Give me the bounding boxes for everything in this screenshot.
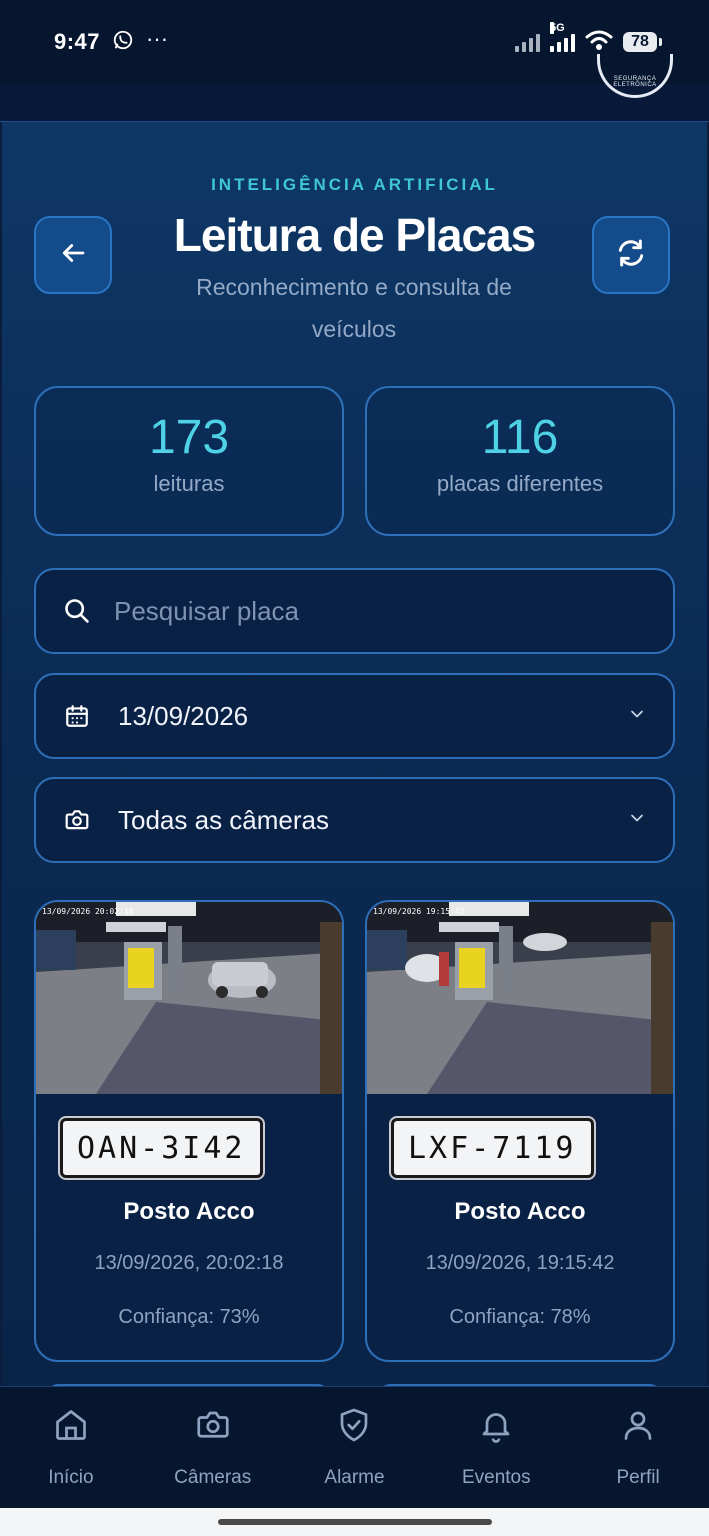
- nav-label: Início: [48, 1467, 94, 1488]
- nav-label: Perfil: [616, 1467, 660, 1488]
- bell-icon: [425, 1405, 567, 1445]
- nav-item-profile[interactable]: Perfil: [567, 1387, 709, 1508]
- wifi-icon: [585, 29, 613, 56]
- camera-snapshot: 13/09/2026 19:15:42: [367, 902, 673, 1094]
- search-input[interactable]: [114, 595, 614, 627]
- reading-confidence: Confiança: 78%: [449, 1306, 591, 1328]
- nav-item-alarm[interactable]: Alarme: [284, 1387, 426, 1508]
- stat-value: 173: [148, 411, 230, 464]
- camera-value: Todas as câmeras: [118, 804, 329, 835]
- chevron-down-icon: [627, 808, 647, 833]
- nav-label: Alarme: [324, 1467, 385, 1488]
- signal-5g-icon: 5G: [550, 22, 575, 52]
- reading-card[interactable]: 13/09/2026 19:15:42 LXF-7119 Posto Acco …: [365, 900, 675, 1362]
- stat-value: 116: [481, 411, 559, 464]
- camera-select[interactable]: Todas as câmeras: [34, 777, 675, 863]
- signal-icon: [515, 32, 540, 52]
- reading-timestamp: 13/09/2026, 20:02:18: [94, 1252, 284, 1274]
- date-value: 13/09/2026: [118, 700, 249, 731]
- refresh-icon: [615, 237, 647, 274]
- chevron-down-icon: [627, 704, 647, 729]
- refresh-button[interactable]: [592, 216, 670, 294]
- license-plate: OAN-3I42: [60, 1118, 263, 1178]
- calendar-icon: [62, 703, 92, 729]
- license-plate: LXF-7119: [391, 1118, 594, 1178]
- bottom-navigation: Início Câmeras Alarme Eventos Perfil: [0, 1386, 709, 1508]
- nav-item-cameras[interactable]: Câmeras: [142, 1387, 284, 1508]
- reading-card[interactable]: 13/09/2026 20:02:18 OAN-3I42 Posto Acco …: [34, 900, 344, 1362]
- nav-item-events[interactable]: Eventos: [425, 1387, 567, 1508]
- search-box[interactable]: [34, 568, 675, 654]
- main-content: INTELIGÊNCIA ARTIFICIAL Leitura de Placa…: [2, 122, 707, 1386]
- company-logo: SEGURANÇA ELETRÔNICA: [597, 54, 673, 98]
- reading-location: Posto Acco: [123, 1198, 255, 1225]
- nav-label: Câmeras: [174, 1467, 252, 1488]
- shield-check-icon: [284, 1405, 426, 1445]
- camera-snapshot: 13/09/2026 20:02:18: [36, 902, 342, 1094]
- more-notifications-icon: ···: [146, 26, 169, 51]
- page-kicker: INTELIGÊNCIA ARTIFICIAL: [211, 175, 498, 194]
- reading-confidence: Confiança: 73%: [118, 1306, 260, 1328]
- reading-location: Posto Acco: [454, 1198, 586, 1225]
- svg-text:13/09/2026 19:15:42: 13/09/2026 19:15:42: [373, 907, 465, 916]
- stat-label: placas diferentes: [436, 471, 604, 496]
- whatsapp-icon: [112, 29, 134, 56]
- reading-timestamp: 13/09/2026, 19:15:42: [425, 1252, 615, 1274]
- nav-label: Eventos: [461, 1467, 531, 1488]
- app-header: SEGURANÇA ELETRÔNICA: [0, 54, 709, 122]
- back-button[interactable]: [34, 216, 112, 294]
- user-icon: [567, 1405, 709, 1445]
- search-icon: [62, 597, 92, 625]
- arrow-left-icon: [58, 238, 88, 273]
- gesture-bar: [0, 1508, 709, 1536]
- stat-card-unique-plates: 116 placas diferentes: [365, 386, 675, 536]
- camera-icon: [142, 1405, 284, 1445]
- camera-icon: [62, 807, 92, 833]
- stat-label: leituras: [153, 471, 225, 496]
- stat-card-readings: 173 leituras: [34, 386, 344, 536]
- svg-text:13/09/2026 20:02:18: 13/09/2026 20:02:18: [42, 907, 134, 916]
- date-select[interactable]: 13/09/2026: [34, 673, 675, 759]
- home-icon: [0, 1405, 142, 1445]
- battery-indicator: 78: [623, 32, 662, 52]
- home-indicator[interactable]: [218, 1519, 492, 1525]
- page-subtitle: Reconhecimento e consulta de veículos: [196, 274, 512, 342]
- nav-item-home[interactable]: Início: [0, 1387, 142, 1508]
- status-time: 9:47: [54, 29, 101, 54]
